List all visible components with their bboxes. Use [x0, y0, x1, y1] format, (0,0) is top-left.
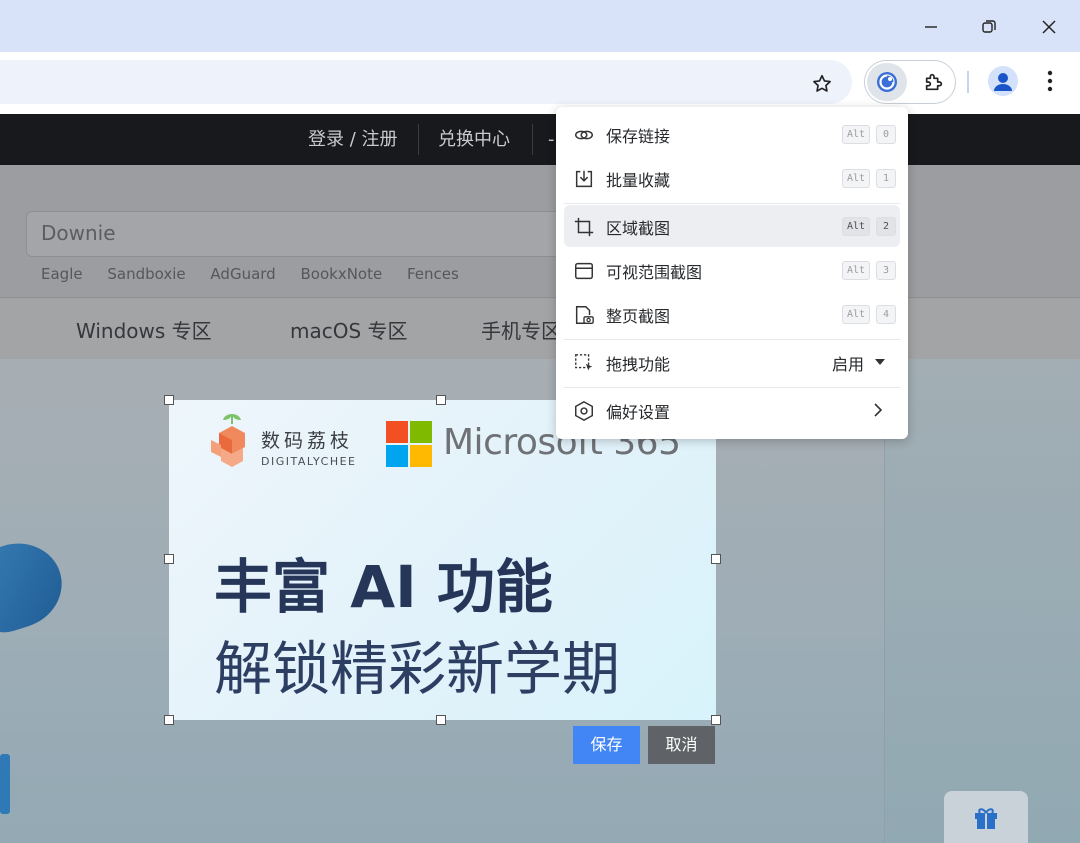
- close-window-button[interactable]: [1031, 12, 1067, 42]
- shortcut-alt-key: Alt: [842, 217, 870, 236]
- toolbar-separator: [967, 71, 969, 93]
- minimize-button[interactable]: [913, 12, 949, 42]
- download-box-icon: [573, 168, 595, 190]
- selection-handle[interactable]: [436, 715, 446, 725]
- extensions-button[interactable]: [915, 63, 953, 101]
- selection-handle[interactable]: [436, 395, 446, 405]
- window-icon: [573, 260, 595, 282]
- link-icon: [573, 124, 595, 146]
- brand-name-en: DIGITALYCHEE: [261, 455, 357, 468]
- profile-button[interactable]: [988, 66, 1018, 96]
- star-icon: [813, 74, 831, 92]
- selected-region-banner[interactable]: 数码荔枝 DIGITALYCHEE Microsoft 365 丰富 AI 功能…: [169, 400, 716, 720]
- menu-item-visible-screenshot[interactable]: 可视范围截图 Alt 3: [564, 249, 900, 291]
- selection-handle[interactable]: [711, 554, 721, 564]
- menu-item-save-link[interactable]: 保存链接 Alt 0: [564, 113, 900, 155]
- kebab-menu-icon: [1047, 70, 1053, 92]
- topbar-divider: [418, 124, 419, 155]
- microsoft-logo: [386, 421, 432, 467]
- nav-mobile[interactable]: 手机专区: [481, 315, 561, 344]
- selection-handle[interactable]: [164, 554, 174, 564]
- site-header: Downie Eagle Sandboxie AdGuard BookxNote…: [0, 165, 1080, 297]
- shortcut-alt-key: Alt: [842, 125, 870, 144]
- topbar-link-partial[interactable]: -: [548, 114, 555, 165]
- login-link[interactable]: 登录 / 注册: [308, 114, 398, 165]
- tag-link[interactable]: Eagle: [41, 265, 83, 283]
- menu-item-label: 整页截图: [606, 307, 671, 326]
- shortcut-alt-key: Alt: [842, 305, 870, 324]
- selection-handle[interactable]: [164, 395, 174, 405]
- search-value: Downie: [41, 221, 116, 245]
- hot-tags: Eagle Sandboxie AdGuard BookxNote Fences: [41, 265, 479, 283]
- save-selection-button[interactable]: 保存: [573, 726, 640, 764]
- address-bar[interactable]: [0, 60, 852, 104]
- menu-item-drag-feature[interactable]: 拖拽功能 启用: [564, 341, 900, 383]
- menu-item-label: 批量收藏: [606, 171, 671, 190]
- chevron-right-icon: [872, 402, 884, 422]
- menu-item-label: 保存链接: [606, 127, 671, 146]
- menu-item-label: 偏好设置: [606, 403, 671, 422]
- banner-headline: 丰富 AI 功能: [214, 553, 553, 621]
- menu-divider: [564, 387, 900, 388]
- gift-button[interactable]: [944, 791, 1028, 843]
- cancel-selection-button[interactable]: 取消: [648, 726, 715, 764]
- menu-item-batch-bookmark[interactable]: 批量收藏 Alt 1: [564, 157, 900, 199]
- settings-hexagon-icon: [573, 400, 595, 422]
- minimize-icon: [925, 26, 937, 28]
- right-panel: [884, 359, 1080, 843]
- shortcut-key: 3: [876, 261, 896, 280]
- fullpage-camera-icon: [573, 304, 595, 326]
- tag-link[interactable]: AdGuard: [210, 265, 275, 283]
- shortcut-key: 4: [876, 305, 896, 324]
- brand-text: 数码荔枝 DIGITALYCHEE: [261, 426, 357, 468]
- profile-icon: [994, 73, 1012, 91]
- redeem-center-link[interactable]: 兑换中心: [438, 114, 510, 165]
- shortcut-key: 0: [876, 125, 896, 144]
- screenshot-extension-icon: [877, 72, 897, 92]
- gift-icon: [975, 808, 997, 829]
- browser-menu-button[interactable]: [1036, 66, 1064, 96]
- topbar-divider: [532, 124, 533, 155]
- decorative-shape: [0, 754, 10, 814]
- category-nav: Windows 专区 macOS 专区 手机专区: [0, 297, 1080, 359]
- selection-handle[interactable]: [711, 715, 721, 725]
- shortcut-alt-key: Alt: [842, 169, 870, 188]
- menu-item-label: 区域截图: [606, 219, 671, 238]
- lychee-logo: [211, 414, 245, 467]
- browser-titlebar: [0, 0, 1080, 52]
- nav-windows[interactable]: Windows 专区: [76, 315, 212, 344]
- tag-link[interactable]: Fences: [407, 265, 459, 283]
- tag-link[interactable]: Sandboxie: [107, 265, 185, 283]
- screenshot-extension-button[interactable]: [867, 63, 907, 101]
- drag-feature-value: 启用: [831, 355, 864, 374]
- close-icon: [1042, 20, 1056, 34]
- menu-divider: [564, 203, 900, 204]
- bookmark-button[interactable]: [808, 70, 836, 98]
- shortcut-key: 2: [876, 217, 896, 236]
- menu-divider: [564, 339, 900, 340]
- extension-popup-menu: 保存链接 Alt 0 批量收藏 Alt 1 区域截图 Alt 2 可视范围截图 …: [556, 107, 908, 439]
- extension-group: [864, 60, 956, 104]
- site-topbar: 登录 / 注册 兑换中心 -: [0, 114, 1080, 165]
- restore-button[interactable]: [971, 12, 1007, 42]
- menu-item-preferences[interactable]: 偏好设置: [564, 389, 900, 431]
- dropdown-caret-icon[interactable]: [875, 359, 885, 365]
- menu-item-region-screenshot[interactable]: 区域截图 Alt 2: [564, 205, 900, 247]
- puzzle-icon: [925, 73, 943, 91]
- shortcut-alt-key: Alt: [842, 261, 870, 280]
- menu-item-fullpage-screenshot[interactable]: 整页截图 Alt 4: [564, 293, 900, 335]
- menu-item-label: 拖拽功能: [606, 355, 671, 374]
- selection-handle[interactable]: [164, 715, 174, 725]
- tag-link[interactable]: BookxNote: [300, 265, 382, 283]
- crop-icon: [573, 216, 595, 238]
- restore-icon: [982, 20, 996, 33]
- shortcut-key: 1: [876, 169, 896, 188]
- site-search-input[interactable]: Downie: [26, 211, 586, 257]
- brand-name-cn: 数码荔枝: [261, 430, 354, 452]
- menu-item-label: 可视范围截图: [606, 263, 703, 282]
- nav-macos[interactable]: macOS 专区: [290, 315, 408, 344]
- drag-select-icon: [573, 352, 595, 374]
- banner-subline: 解锁精彩新学期: [214, 635, 621, 703]
